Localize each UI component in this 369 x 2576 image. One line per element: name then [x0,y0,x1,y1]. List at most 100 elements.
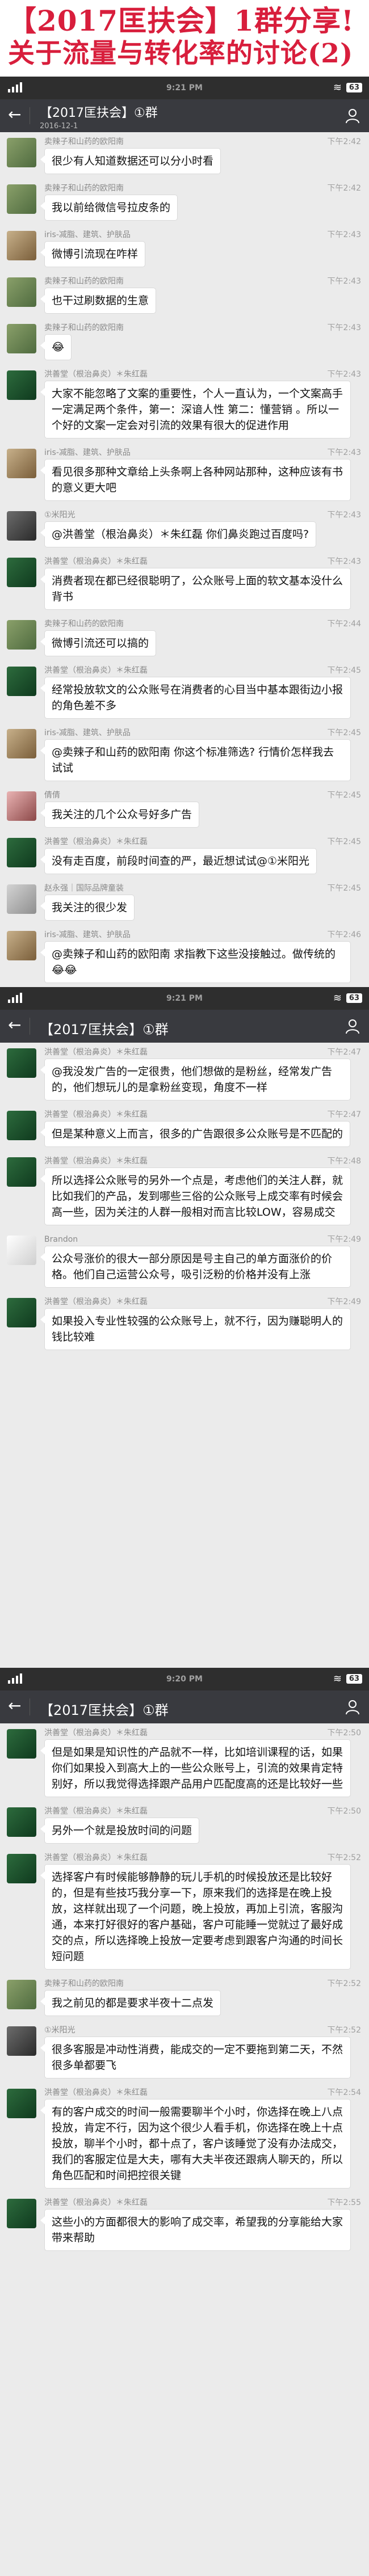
message-bubble[interactable]: 有的客户成交的时间一般需要聊半个小时，你选择在晚上八点投放，肯定不行，因为这个很… [40,2099,351,2189]
chat-screenshot-1: 9:21 PM ≋ 63 ← 【2017匡扶会】①群 2016-12-1 卖辣子和… [0,77,369,987]
person-icon[interactable] [344,1018,361,1035]
sender-name: 洪善堂（根治鼻炎）＊朱红磊 [44,837,148,846]
message-bubble[interactable]: 但是如果是知识性的产品就不一样，比如培训课程的话，如果你们如果投入到高大上的一些… [40,1739,351,1797]
avatar[interactable] [7,1111,36,1140]
message-row: 洪善堂（根治鼻炎）＊朱红磊 下午2:50 另外一个就是投放时间的问题 [0,1805,369,1844]
sender-name: 洪善堂（根治鼻炎）＊朱红磊 [44,2088,148,2097]
sender-name: iris-减脂、建筑、护肤品 [44,930,131,939]
message-time: 下午2:50 [327,1728,361,1738]
message-bubble[interactable]: 微博引流还可以搞的 [40,630,157,656]
message-row: ①米阳光 下午2:43 @洪善堂（根治鼻炎）＊朱红磊 你们鼻炎跑过百度吗? [0,509,369,547]
message-bubble[interactable]: 如果投入专业性较强的公众账号上，就不行，因为赚聪明人的钱比较难 [40,1308,351,1350]
avatar[interactable] [7,231,36,260]
message-bubble[interactable]: 看见很多那种文章给上头条啊上各种网站那种，这种应该有书的意义更大吧 [40,459,351,501]
avatar[interactable] [7,1298,36,1327]
message-bubble[interactable]: 选择客户有时候能够静静的玩儿手机的时候投放还是比较好的，但是有些技巧我分享一下，… [40,1864,351,1970]
message-bubble[interactable]: 我以前给微信号拉皮条的 [40,195,178,221]
message-bubble[interactable]: @卖辣子和山药的欧阳南 求指教下这些没接触过。做传统的😂😂 [40,941,351,983]
message-time: 下午2:52 [327,1979,361,1988]
message-row: ①米阳光 下午2:52 很多客服是冲动性消费，能成交的一定不要拖到第二天，不然很多单… [0,2024,369,2078]
avatar[interactable] [7,558,36,587]
avatar[interactable] [7,1048,36,1078]
sender-name: 卖辣子和山药的欧阳南 [44,1979,124,1988]
message-row: 洪善堂（根治鼻炎）＊朱红磊 下午2:55 这些小的方面都很大的影响了成交率，希望我的… [0,2196,369,2251]
message-row: 洪善堂（根治鼻炎）＊朱红磊 下午2:45 没有走百度，前段时间查的严，最近想试试@①… [0,836,369,874]
sender-name: ①米阳光 [44,2026,76,2035]
sender-name: 倩倩 [44,791,60,800]
avatar[interactable] [7,931,36,960]
message-bubble[interactable]: @卖辣子和山药的欧阳南 你这个标准筛选? 行情价怎样我去试试 [40,739,351,781]
message-bubble[interactable]: 但是某种意义上而言，很多的广告跟很多公众账号是不匹配的 [40,1121,351,1147]
avatar[interactable] [7,370,36,400]
avatar[interactable] [7,324,36,353]
avatar[interactable] [7,2199,36,2228]
page: 【2017匡扶会】1群分享! 关于流量与转化率的讨论(2) 9:21 PM ≋ 6… [0,0,369,2576]
sender-name: 洪善堂（根治鼻炎）＊朱红磊 [44,2198,148,2207]
message-time: 下午2:47 [327,1110,361,1119]
back-arrow-icon[interactable]: ← [8,1017,21,1034]
message-row: 洪善堂（根治鼻炎）＊朱红磊 下午2:47 @我没发广告的一定很贵，他们想做的是粉丝，… [0,1046,369,1101]
message-bubble[interactable]: 很少有人知道数据还可以分小时看 [40,148,221,174]
message-bubble[interactable]: @我没发广告的一定很贵，他们想做的是粉丝，经常发广告的，他们想玩儿的是拿粉丝变现… [40,1059,351,1101]
sender-name: 洪善堂（根治鼻炎）＊朱红磊 [44,1728,148,1738]
message-bubble[interactable]: 也干过刷数据的生意 [40,288,157,314]
message-bubble[interactable]: @洪善堂（根治鼻炎）＊朱红磊 你们鼻炎跑过百度吗? [40,521,317,547]
message-time: 下午2:44 [327,619,361,629]
avatar[interactable] [7,2089,36,2118]
message-time: 下午2:52 [327,2026,361,2035]
message-bubble[interactable]: 这些小的方面都很大的影响了成交率，希望我的分享能给大家带来帮助 [40,2209,351,2251]
message-time: 下午2:54 [327,2088,361,2097]
avatar[interactable] [7,667,36,696]
message-bubble[interactable]: 我关注的很少发 [40,895,135,921]
avatar[interactable] [7,729,36,758]
sender-name: 卖辣子和山药的欧阳南 [44,137,124,146]
message-bubble[interactable]: 😂 [40,334,72,360]
message-row: 洪善堂（根治鼻炎）＊朱红磊 下午2:52 选择客户有时候能够静静的玩儿手机的时候投放… [0,1852,369,1970]
person-icon[interactable] [344,1698,361,1715]
message-time: 下午2:43 [327,323,361,332]
avatar[interactable] [7,1854,36,1883]
avatar[interactable] [7,1236,36,1265]
sender-name: iris-减脂、建筑、护肤品 [44,728,131,737]
avatar[interactable] [7,449,36,478]
message-bubble[interactable]: 没有走百度，前段时间查的严，最近想试试@①米阳光 [40,848,317,874]
avatar[interactable] [7,791,36,821]
sender-name: 洪善堂（根治鼻炎）＊朱红磊 [44,1048,148,1057]
sender-name: 洪善堂（根治鼻炎）＊朱红磊 [44,666,148,675]
message-bubble[interactable]: 消费者现在都已经很聪明了，公众账号上面的软文基本没什么背书 [40,568,351,610]
avatar[interactable] [7,277,36,307]
back-arrow-icon[interactable]: ← [8,1697,21,1714]
sender-name: 卖辣子和山药的欧阳南 [44,619,124,629]
message-bubble[interactable]: 公众号涨价的很大一部分原因是号主自己的单方面涨价的价格。他们自己运营公众号，吸引… [40,1246,351,1288]
chat-header: ← 【2017匡扶会】①群 [0,1010,369,1043]
avatar[interactable] [7,138,36,167]
back-arrow-icon[interactable]: ← [8,106,21,123]
message-bubble[interactable]: 大家不能忽略了文案的重要性，个人一直认为，一个文案高手一定满足两个条件，第一：深… [40,381,351,439]
avatar[interactable] [7,2026,36,2056]
message-bubble[interactable]: 所以选择公众账号的另外一个点是，考虑他们的关注人群，就比如我们的产品，发到哪些三… [40,1167,351,1225]
message-bubble[interactable]: 很多客服是冲动性消费，能成交的一定不要拖到第二天，不然很多单都要飞 [40,2037,351,2078]
status-time: 9:20 PM [166,1675,203,1684]
avatar[interactable] [7,838,36,867]
avatar[interactable] [7,1807,36,1837]
message-time: 下午2:45 [327,666,361,675]
message-bubble[interactable]: 我之前见的都是要求半夜十二点发 [40,1990,221,2016]
status-bar: 9:21 PM ≋ 63 [0,77,369,99]
message-bubble[interactable]: 微博引流现在咋样 [40,241,146,267]
chat-title: 【2017匡扶会】①群 [40,106,158,120]
message-bubble[interactable]: 经常投放软文的公众账号在消费者的心目当中基本跟街边小报的角色差不多 [40,677,351,719]
message-bubble[interactable]: 另外一个就是投放时间的问题 [40,1818,200,1844]
message-bubble[interactable]: 我关注的几个公众号好多广告 [40,802,200,828]
avatar[interactable] [7,184,36,214]
avatar[interactable] [7,1980,36,2009]
avatar[interactable] [7,1729,36,1759]
message-row: 卖辣子和山药的欧阳南 下午2:42 很少有人知道数据还可以分小时看 [0,136,369,174]
chat-title: 【2017匡扶会】①群 [40,1022,169,1038]
person-icon[interactable] [344,107,361,124]
avatar[interactable] [7,884,36,914]
avatar[interactable] [7,620,36,650]
avatar[interactable] [7,1157,36,1187]
message-row: 洪善堂（根治鼻炎）＊朱红磊 下午2:43 大家不能忽略了文案的重要性，个人一直认为，… [0,368,369,439]
avatar[interactable] [7,511,36,541]
chat-title: 【2017匡扶会】①群 [40,1702,169,1718]
